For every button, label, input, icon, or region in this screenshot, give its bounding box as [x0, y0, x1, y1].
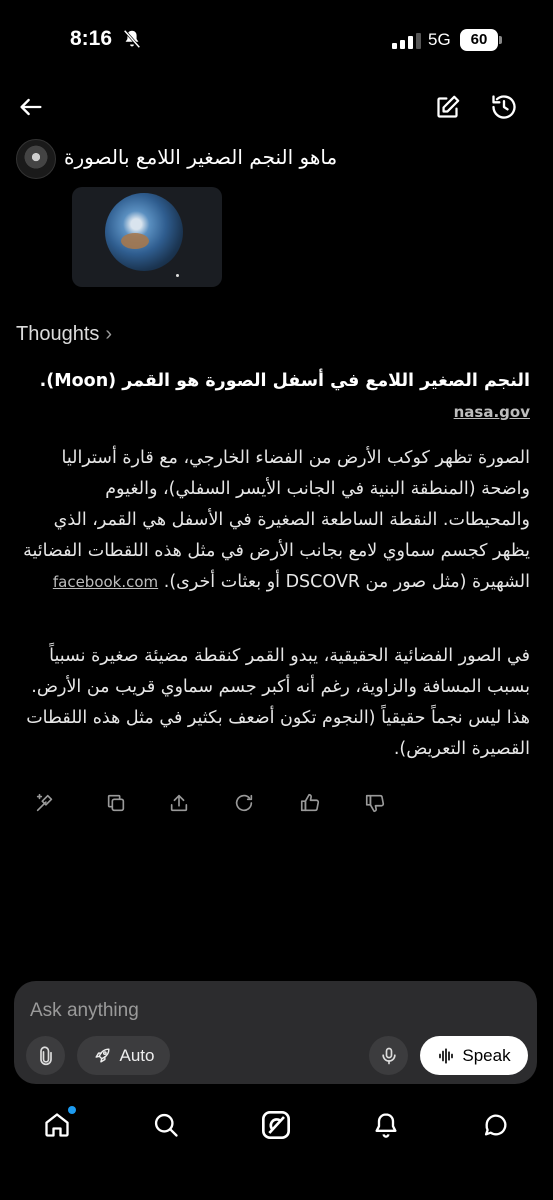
status-bar: 8:16 5G 60	[0, 0, 553, 80]
dislike-button[interactable]	[360, 788, 390, 818]
messages-icon	[484, 1114, 507, 1136]
source-link[interactable]: facebook.com	[53, 573, 158, 591]
answer-heading: النجم الصغير اللامع في أسفل الصورة هو ال…	[16, 366, 530, 428]
notifications-icon	[375, 1113, 397, 1138]
mode-label: Auto	[119, 1045, 155, 1065]
new-chat-button[interactable]	[430, 90, 464, 124]
ask-input[interactable]: Ask anything	[30, 1000, 139, 1022]
nav-messages[interactable]	[479, 1108, 513, 1142]
microphone-icon	[381, 1047, 396, 1064]
network-type: 5G	[428, 30, 451, 49]
bell-muted-icon	[123, 29, 141, 49]
user-prompt: ماهو النجم الصغير اللامع بالصورة	[64, 145, 338, 169]
back-button[interactable]	[14, 90, 48, 124]
paperclip-icon	[39, 1045, 52, 1065]
home-icon	[45, 1113, 69, 1137]
earth-image	[105, 193, 183, 271]
share-icon	[170, 794, 188, 812]
refresh-icon	[235, 794, 253, 812]
cellular-signal-icon	[392, 33, 421, 49]
status-time: 8:16	[70, 27, 113, 50]
copy-icon	[107, 794, 125, 812]
composer: Ask anything Auto Speak	[14, 981, 537, 1084]
avatar	[16, 139, 56, 179]
moon-dot	[176, 274, 179, 277]
answer-paragraph: الصورة تظهر كوكب الأرض من الفضاء الخارجي…	[16, 443, 530, 598]
like-button[interactable]	[295, 788, 325, 818]
nav-notifications[interactable]	[369, 1108, 403, 1142]
retry-button[interactable]	[229, 788, 259, 818]
nav-home[interactable]	[40, 1106, 76, 1142]
answer-paragraph-text: في الصور الفضائية الحقيقية، يبدو القمر ك…	[26, 646, 530, 759]
answer-paragraph: في الصور الفضائية الحقيقية، يبدو القمر ك…	[16, 641, 530, 765]
attach-button[interactable]	[26, 1036, 65, 1075]
copy-button[interactable]	[101, 788, 131, 818]
chevron-right-icon: ›	[105, 323, 113, 345]
edit-icon	[436, 95, 459, 118]
microphone-button[interactable]	[369, 1036, 408, 1075]
thoughts-toggle[interactable]: Thoughts ›	[16, 323, 112, 346]
thoughts-label: Thoughts	[16, 323, 100, 345]
share-button[interactable]	[164, 788, 194, 818]
notification-dot	[68, 1106, 76, 1114]
grok-icon	[262, 1111, 290, 1139]
history-icon	[492, 95, 516, 119]
waveform-icon	[439, 1047, 454, 1064]
speak-button[interactable]: Speak	[420, 1036, 528, 1075]
bottom-nav	[0, 1100, 553, 1160]
regenerate-button[interactable]	[30, 788, 60, 818]
arrow-left-icon	[20, 98, 42, 116]
thumbs-up-icon	[300, 793, 320, 812]
attached-image[interactable]	[72, 187, 222, 287]
battery-level: 60	[460, 29, 498, 51]
nav-grok[interactable]	[259, 1108, 293, 1142]
mode-selector[interactable]: Auto	[77, 1036, 170, 1075]
source-link[interactable]: nasa.gov	[454, 403, 530, 421]
search-icon	[154, 1113, 178, 1137]
battery-icon: 60	[460, 29, 502, 51]
thumbs-down-icon	[365, 794, 385, 813]
answer-paragraph-text: الصورة تظهر كوكب الأرض من الفضاء الخارجي…	[23, 448, 530, 592]
history-button[interactable]	[487, 90, 521, 124]
answer-heading-text: النجم الصغير اللامع في أسفل الصورة هو ال…	[39, 371, 530, 391]
regenerate-spark-icon	[36, 793, 53, 812]
speak-label: Speak	[462, 1045, 511, 1065]
response-actions	[30, 788, 400, 822]
nav-search[interactable]	[149, 1108, 183, 1142]
rocket-icon	[94, 1048, 110, 1063]
